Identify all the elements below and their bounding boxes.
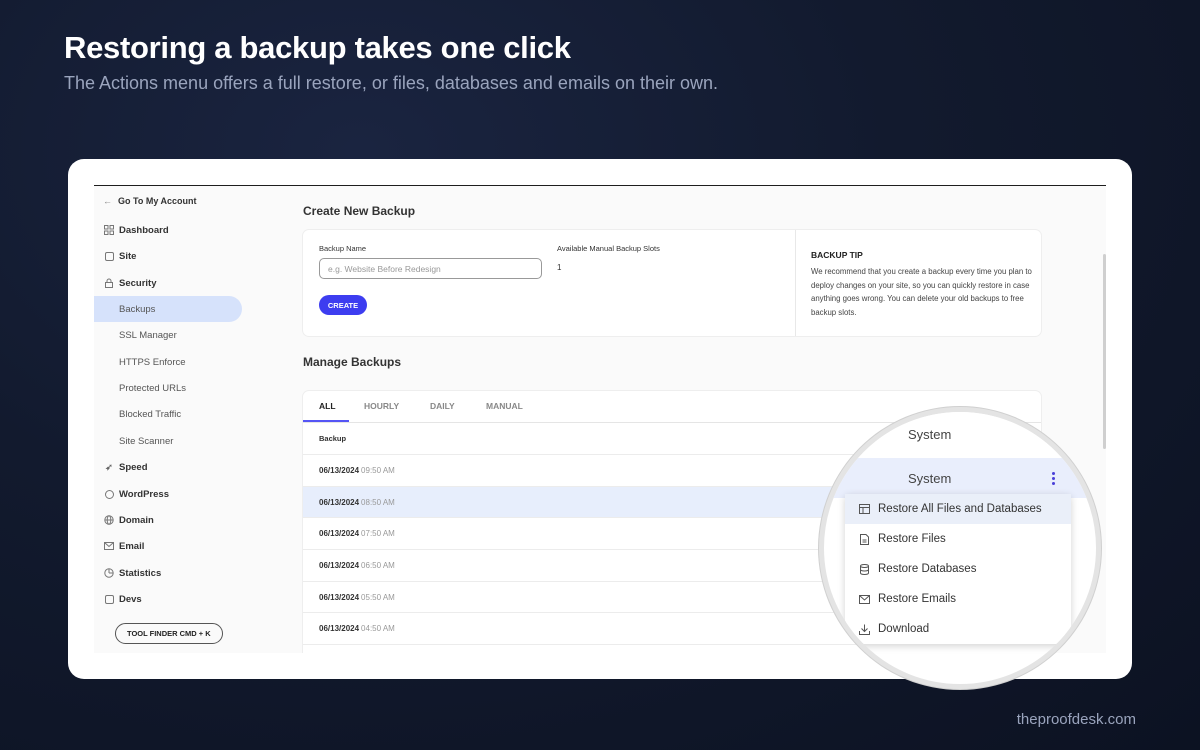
active-tab-indicator <box>303 420 349 422</box>
menu-item-label: Restore Files <box>878 533 946 545</box>
sidebar-item-backups[interactable]: Backups <box>94 296 242 322</box>
sidebar-item-label: WordPress <box>119 488 169 500</box>
tab-hourly[interactable]: HOURLY <box>364 401 399 411</box>
sidebar-item-speed[interactable]: ➶ Speed <box>94 454 242 480</box>
globe-icon <box>104 515 114 525</box>
menu-item-label: Restore Emails <box>878 593 956 605</box>
sidebar-item-wordpress[interactable]: WordPress <box>94 481 242 507</box>
tool-finder-button[interactable]: TOOL FINDER CMD + K <box>115 623 223 644</box>
sidebar-item-label: Email <box>119 540 145 552</box>
restore-databases-menu-item[interactable]: Restore Databases <box>845 554 1071 584</box>
create-button[interactable]: CREATE <box>319 295 367 315</box>
slide-subline: The Actions menu offers a full restore, … <box>64 73 719 93</box>
row-time: 07:50 AM <box>361 528 395 538</box>
menu-item-label: Restore Databases <box>878 563 977 575</box>
backup-type-label: System <box>908 471 952 486</box>
slide-headline: Restoring a backup takes one click <box>64 30 571 65</box>
wordpress-icon <box>104 489 114 499</box>
row-time: 04:50 AM <box>361 623 395 633</box>
backup-slots-label: Available Manual Backup Slots <box>557 244 660 253</box>
menu-item-label: Restore All Files and Databases <box>878 503 1042 515</box>
sidebar-item-blocked-traffic[interactable]: Blocked Traffic <box>94 401 242 427</box>
actions-menu-icon[interactable] <box>1052 472 1056 485</box>
row-time: 08:50 AM <box>361 497 395 507</box>
backup-name-label: Backup Name <box>319 244 367 253</box>
sidebar-item-label: Site <box>119 250 137 262</box>
sidebar-item-protected-urls[interactable]: Protected URLs <box>94 375 242 401</box>
lens-row-highlighted: System <box>824 458 1096 498</box>
go-to-account-link[interactable]: ← Go To My Account <box>103 196 197 206</box>
sidebar-item-label: Devs <box>119 593 142 605</box>
sidebar-item-https-enforce[interactable]: HTTPS Enforce <box>94 349 242 375</box>
sidebar-item-label: Protected URLs <box>119 382 187 394</box>
backup-name-input[interactable]: e.g. Website Before Redesign <box>319 258 542 279</box>
sidebar-item-domain[interactable]: Domain <box>94 507 242 533</box>
sidebar-item-site[interactable]: Site <box>94 243 242 269</box>
sidebar-item-label: Domain <box>119 514 154 526</box>
backup-slots-value: 1 <box>557 263 562 272</box>
backup-tip-title: BACKUP TIP <box>811 250 863 260</box>
database-icon <box>859 563 870 575</box>
download-icon <box>859 624 870 635</box>
row-date: 06/13/2024 <box>319 528 360 538</box>
sidebar-item-label: Dashboard <box>119 224 169 236</box>
row-date: 06/13/2024 <box>319 560 360 570</box>
sidebar-item-dashboard[interactable]: Dashboard <box>94 217 242 243</box>
download-menu-item[interactable]: Download <box>845 614 1071 644</box>
arrow-left-icon: ← <box>103 196 112 206</box>
devs-icon <box>104 594 114 604</box>
tip-divider <box>795 230 796 336</box>
create-backup-panel: Backup Name e.g. Website Before Redesign… <box>303 230 1041 336</box>
lens-row: System <box>824 412 1096 458</box>
row-date: 06/13/2024 <box>319 465 360 475</box>
column-header-backup: Backup <box>319 434 347 443</box>
manage-backups-title: Manage Backups <box>303 355 402 369</box>
sidebar: ← Go To My Account Dashboard Site Securi… <box>94 186 242 653</box>
row-time: 06:50 AM <box>361 560 395 570</box>
row-date: 06/13/2024 <box>319 592 360 602</box>
envelope-icon <box>104 541 114 551</box>
file-icon <box>859 533 870 545</box>
sidebar-item-label: Statistics <box>119 567 162 579</box>
sidebar-item-statistics[interactable]: Statistics <box>94 560 242 586</box>
lock-icon <box>104 278 114 288</box>
row-time: 09:50 AM <box>361 465 395 475</box>
row-time: 05:50 AM <box>361 592 395 602</box>
tab-daily[interactable]: DAILY <box>430 401 455 411</box>
pie-chart-icon <box>104 568 114 578</box>
sidebar-item-devs[interactable]: Devs <box>94 586 242 612</box>
envelope-icon <box>859 594 870 605</box>
brand-footer: theproofdesk.com <box>1016 711 1136 728</box>
menu-item-label: Download <box>878 623 930 635</box>
sidebar-item-ssl-manager[interactable]: SSL Manager <box>94 322 242 348</box>
sidebar-item-label: Site Scanner <box>119 435 174 447</box>
rocket-icon: ➶ <box>105 461 113 472</box>
sidebar-item-security[interactable]: Security <box>94 270 242 296</box>
sidebar-item-label: Speed <box>119 461 148 473</box>
tab-manual[interactable]: MANUAL <box>486 401 523 411</box>
backup-type-label: System <box>908 427 952 442</box>
sidebar-item-label: SSL Manager <box>119 329 177 341</box>
go-to-account-label: Go To My Account <box>118 196 197 206</box>
restore-all-menu-item[interactable]: Restore All Files and Databases <box>845 494 1071 524</box>
row-date: 06/13/2024 <box>319 623 360 633</box>
tab-all[interactable]: ALL <box>319 401 336 411</box>
sidebar-item-label: Security <box>119 277 157 289</box>
sidebar-item-site-scanner[interactable]: Site Scanner <box>94 428 242 454</box>
site-icon <box>104 251 114 261</box>
sidebar-item-email[interactable]: Email <box>94 533 242 559</box>
sidebar-item-label: Backups <box>119 303 156 315</box>
restore-all-icon <box>859 504 870 515</box>
actions-menu: Restore All Files and Databases Restore … <box>845 494 1071 644</box>
backup-tip-body: We recommend that you create a backup ev… <box>811 267 1032 317</box>
page-scrollbar[interactable] <box>1103 254 1106 449</box>
restore-files-menu-item[interactable]: Restore Files <box>845 524 1071 554</box>
sidebar-item-label: Blocked Traffic <box>119 408 182 420</box>
sidebar-item-label: HTTPS Enforce <box>119 356 186 368</box>
grid-icon <box>104 225 114 235</box>
row-date: 06/13/2024 <box>319 497 360 507</box>
magnifier-lens: System System Restore All Files and Data… <box>819 407 1101 689</box>
create-backup-title: Create New Backup <box>303 204 416 218</box>
restore-emails-menu-item[interactable]: Restore Emails <box>845 584 1071 614</box>
